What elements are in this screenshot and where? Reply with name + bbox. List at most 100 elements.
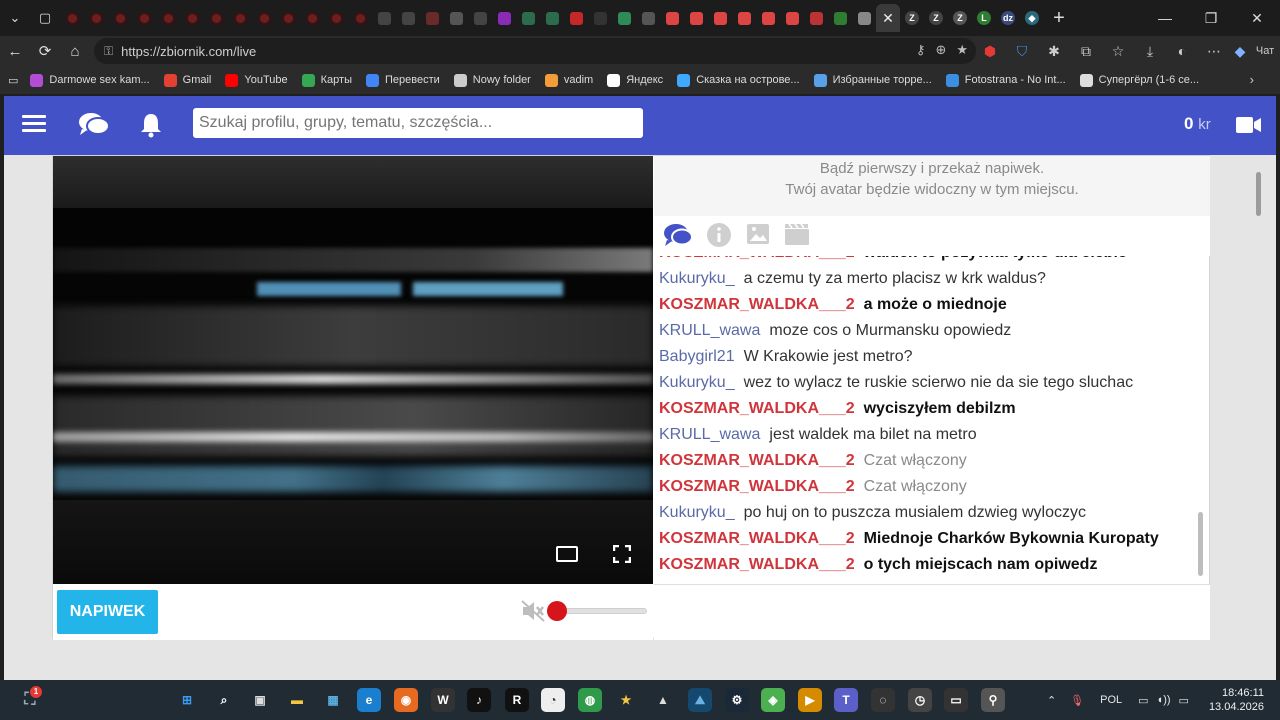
bookmark-item[interactable]: Darmowe sex kam... bbox=[30, 73, 150, 87]
tab-favicon-icon[interactable] bbox=[324, 6, 348, 30]
messages-icon[interactable] bbox=[78, 112, 110, 136]
favorite-star-icon[interactable]: ★ bbox=[956, 42, 968, 58]
chat-input-area[interactable] bbox=[654, 584, 1210, 640]
chat-username[interactable]: KOSZMAR_WALDKA___2 bbox=[659, 296, 855, 313]
bookmark-item[interactable]: Яндекс bbox=[607, 73, 663, 87]
copilot-icon[interactable]: ◆ bbox=[1230, 43, 1250, 60]
minimize-icon[interactable]: — bbox=[1142, 10, 1188, 26]
tab-videos-icon[interactable] bbox=[784, 222, 810, 246]
site-search-input[interactable] bbox=[193, 108, 643, 138]
site-info-icon[interactable]: ⚿ bbox=[104, 44, 113, 59]
tab-images-icon[interactable] bbox=[746, 222, 770, 246]
tab-favicon-icon[interactable] bbox=[516, 6, 540, 30]
credits-display[interactable]: 0 kr bbox=[1184, 114, 1211, 134]
chat-label[interactable]: Чат bbox=[1250, 45, 1280, 57]
adblock-icon[interactable]: ⬢ bbox=[974, 43, 1006, 60]
chat-username[interactable]: Kukuryku_ bbox=[659, 374, 735, 391]
new-tab-button[interactable]: + bbox=[1044, 3, 1074, 33]
tab-favicon-icon[interactable] bbox=[108, 6, 132, 30]
start-menu-icon[interactable]: ⊞ bbox=[175, 688, 199, 712]
bookmark-item[interactable]: YouTube bbox=[225, 73, 288, 87]
more-menu-icon[interactable]: ⋯ bbox=[1198, 43, 1230, 60]
tab-favicon-icon[interactable] bbox=[636, 6, 660, 30]
vpn-shield-icon[interactable]: ⛉ bbox=[1006, 43, 1038, 60]
workspaces-icon[interactable]: ▢ bbox=[30, 3, 60, 33]
theater-mode-icon[interactable] bbox=[556, 546, 578, 562]
tab-favicon-icon[interactable] bbox=[228, 6, 252, 30]
tab-favicon-icon[interactable]: dz bbox=[996, 6, 1020, 30]
tab-favicon-icon[interactable] bbox=[804, 6, 828, 30]
fullscreen-icon[interactable] bbox=[613, 545, 631, 563]
task-view-icon[interactable]: ▣ bbox=[248, 688, 272, 712]
chat-username[interactable]: KRULL_wawa bbox=[659, 426, 760, 443]
tab-favicon-icon[interactable] bbox=[84, 6, 108, 30]
split-screen-icon[interactable]: ⧉ bbox=[1070, 43, 1102, 60]
tab-favicon-icon[interactable] bbox=[60, 6, 84, 30]
steam-icon[interactable]: ⚙ bbox=[725, 688, 749, 712]
file-explorer-icon[interactable]: ▬ bbox=[285, 688, 309, 712]
downloads-icon[interactable]: ⤓ bbox=[1134, 43, 1166, 60]
app-media-icon[interactable]: ▶ bbox=[798, 688, 822, 712]
volume-slider-handle[interactable] bbox=[547, 601, 567, 621]
chat-username[interactable]: KOSZMAR_WALDKA___2 bbox=[659, 400, 855, 417]
tiktok-icon[interactable]: ♪ bbox=[467, 688, 491, 712]
tab-favicon-icon[interactable] bbox=[276, 6, 300, 30]
app-badge-icon[interactable]: ◔ bbox=[541, 688, 565, 712]
photos-icon[interactable]: ▦ bbox=[321, 688, 345, 712]
bookmark-item[interactable]: Сказка на острове... bbox=[677, 73, 800, 87]
tab-favicon-icon[interactable] bbox=[156, 6, 180, 30]
tab-favicon-icon[interactable]: L bbox=[972, 6, 996, 30]
bookmark-item[interactable]: Fotostrana - No Int... bbox=[945, 73, 1066, 87]
chat-username[interactable]: KOSZMAR_WALDKA___2 bbox=[659, 530, 855, 547]
back-icon[interactable]: ← bbox=[0, 36, 30, 66]
close-window-icon[interactable]: ✕ bbox=[1234, 10, 1280, 27]
tab-favicon-icon[interactable]: Z bbox=[924, 6, 948, 30]
bookmark-item[interactable]: vadim bbox=[544, 73, 593, 87]
bookmarks-more-chevron-icon[interactable]: › bbox=[1250, 72, 1254, 87]
tab-favicon-icon[interactable] bbox=[300, 6, 324, 30]
tab-favicon-icon[interactable] bbox=[780, 6, 804, 30]
tab-favicon-icon[interactable] bbox=[564, 6, 588, 30]
tab-favicon-icon[interactable] bbox=[612, 6, 636, 30]
tab-favicon-icon[interactable] bbox=[204, 6, 228, 30]
app-star-icon[interactable]: ★ bbox=[614, 688, 638, 712]
chat-username[interactable]: Kukuryku_ bbox=[659, 270, 735, 287]
tab-favicon-icon[interactable] bbox=[348, 6, 372, 30]
chat-username[interactable]: Babygirl21 bbox=[659, 348, 735, 365]
bookmark-item[interactable]: Gmail bbox=[163, 73, 211, 87]
firefox-icon[interactable]: ◉ bbox=[394, 688, 418, 712]
tab-favicon-icon[interactable] bbox=[732, 6, 756, 30]
tab-favicon-icon[interactable] bbox=[852, 6, 876, 30]
bookmark-item[interactable]: Nowy folder bbox=[453, 73, 531, 87]
extensions-icon[interactable]: ✱ bbox=[1038, 43, 1070, 60]
bookmark-item[interactable]: Избранные торре... bbox=[813, 73, 932, 87]
app-clock-icon[interactable]: ◷ bbox=[908, 688, 932, 712]
profile-avatar[interactable]: ◐ bbox=[1166, 43, 1198, 59]
url-field[interactable]: ⚿ https://zbiornik.com/live ⚷ ⊕ ★ bbox=[94, 38, 976, 64]
tab-favicon-icon[interactable] bbox=[252, 6, 276, 30]
bookmarks-toggle-icon[interactable]: ▭ bbox=[8, 74, 18, 87]
refresh-icon[interactable]: ⟳ bbox=[30, 36, 60, 66]
menu-hamburger-icon[interactable] bbox=[22, 115, 46, 133]
microphone-icon[interactable]: 🎙 bbox=[1070, 694, 1084, 707]
volume-icon[interactable]: ◖)) bbox=[1157, 694, 1171, 706]
battery-icon[interactable]: ▭ bbox=[1179, 694, 1189, 707]
tab-favicon-icon[interactable] bbox=[396, 6, 420, 30]
tab-favicon-icon[interactable] bbox=[660, 6, 684, 30]
edge-icon[interactable]: e bbox=[357, 688, 381, 712]
tab-favicon-icon[interactable] bbox=[372, 6, 396, 30]
chat-scrollbar[interactable] bbox=[1198, 512, 1203, 576]
chat-username[interactable]: KOSZMAR_WALDKA___2 bbox=[659, 452, 855, 469]
active-tab-close-icon[interactable]: ✕ bbox=[876, 4, 900, 32]
clock[interactable]: 18:46:11 13.04.2026 bbox=[1209, 686, 1264, 714]
search-icon[interactable]: ⌕ bbox=[212, 688, 236, 712]
chat-username[interactable]: KOSZMAR_WALDKA___2 bbox=[659, 556, 855, 573]
tab-favicon-icon[interactable] bbox=[588, 6, 612, 30]
tab-favicon-icon[interactable] bbox=[708, 6, 732, 30]
muted-speaker-icon[interactable] bbox=[521, 600, 545, 622]
language-indicator[interactable]: POL bbox=[1100, 694, 1122, 706]
tab-favicon-icon[interactable] bbox=[468, 6, 492, 30]
page-scrollbar[interactable] bbox=[1256, 172, 1261, 216]
tab-favicon-icon[interactable]: Z bbox=[948, 6, 972, 30]
tab-favicon-icon[interactable] bbox=[180, 6, 204, 30]
